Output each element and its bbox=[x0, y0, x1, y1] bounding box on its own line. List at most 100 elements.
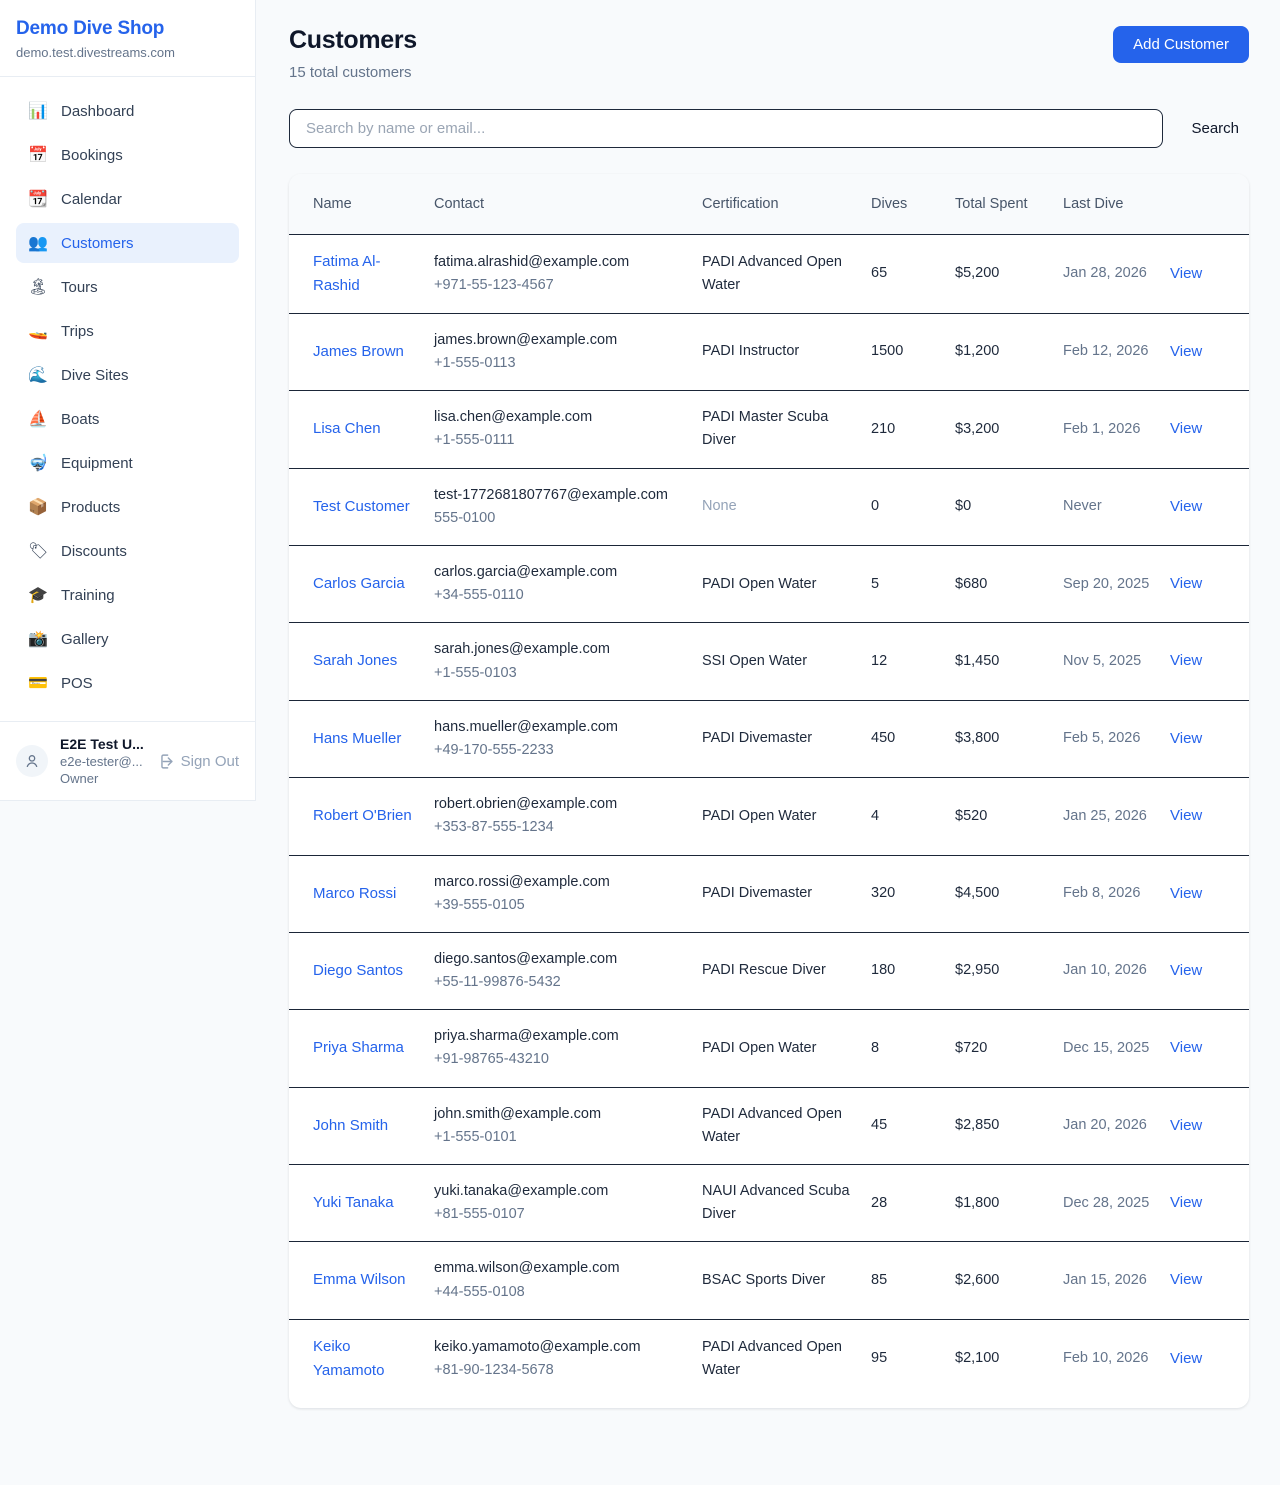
customer-name-link[interactable]: Sarah Jones bbox=[313, 652, 397, 669]
view-link[interactable]: View bbox=[1170, 265, 1202, 282]
customer-name-link[interactable]: Keiko Yamamoto bbox=[313, 1338, 384, 1379]
user-email: e2e-tester@... bbox=[60, 754, 144, 769]
add-customer-button[interactable]: Add Customer bbox=[1113, 26, 1249, 63]
view-link[interactable]: View bbox=[1170, 420, 1202, 437]
customer-email: emma.wilson@example.com bbox=[434, 1257, 686, 1280]
customer-name-link[interactable]: Hans Mueller bbox=[313, 730, 401, 747]
customer-name-link[interactable]: James Brown bbox=[313, 343, 404, 360]
customer-phone: +1-555-0113 bbox=[434, 352, 686, 375]
search-input[interactable] bbox=[289, 109, 1163, 148]
sidebar-item-label: Calendar bbox=[61, 191, 122, 208]
customer-contact-cell: lisa.chen@example.com+1-555-0111 bbox=[434, 391, 702, 468]
customer-total-spent-cell: $1,800 bbox=[955, 1165, 1063, 1242]
customer-total-spent-cell: $1,450 bbox=[955, 623, 1063, 700]
table-row: Priya Sharmapriya.sharma@example.com+91-… bbox=[289, 1010, 1249, 1087]
search-button[interactable]: Search bbox=[1163, 120, 1249, 137]
table-row: John Smithjohn.smith@example.com+1-555-0… bbox=[289, 1087, 1249, 1164]
customer-name-link[interactable]: Emma Wilson bbox=[313, 1271, 406, 1288]
sidebar-item-label: Dashboard bbox=[61, 103, 134, 120]
user-name: E2E Test U... bbox=[60, 736, 144, 752]
table-row: Emma Wilson emma.wilson@example.com+44-55… bbox=[289, 1242, 1249, 1319]
customer-name-link[interactable]: Fatima Al-Rashid bbox=[313, 253, 381, 294]
customer-dives-cell: 210 bbox=[871, 391, 955, 468]
sidebar-item-products[interactable]: 📦Products bbox=[16, 487, 239, 527]
view-link[interactable]: View bbox=[1170, 730, 1202, 747]
view-link[interactable]: View bbox=[1170, 807, 1202, 824]
customer-name-link[interactable]: Yuki Tanaka bbox=[313, 1194, 394, 1211]
customer-name-link[interactable]: Marco Rossi bbox=[313, 885, 396, 902]
customer-total-spent-cell: $3,200 bbox=[955, 391, 1063, 468]
customer-name-link[interactable]: Priya Sharma bbox=[313, 1039, 404, 1056]
customer-name-link[interactable]: Lisa Chen bbox=[313, 420, 381, 437]
sidebar-item-customers[interactable]: 👥Customers bbox=[16, 223, 239, 263]
table-row: Fatima Al-Rashidfatima.alrashid@example.… bbox=[289, 234, 1249, 313]
sidebar-item-boats[interactable]: ⛵Boats bbox=[16, 399, 239, 439]
customer-actions-cell: View bbox=[1170, 932, 1249, 1009]
view-link[interactable]: View bbox=[1170, 1194, 1202, 1211]
customer-name-cell: Priya Sharma bbox=[289, 1010, 434, 1087]
view-link[interactable]: View bbox=[1170, 343, 1202, 360]
customer-phone: +81-90-1234-5678 bbox=[434, 1359, 686, 1382]
sidebar-item-trips[interactable]: 🚤Trips bbox=[16, 311, 239, 351]
view-link[interactable]: View bbox=[1170, 1117, 1202, 1134]
page-title-block: Customers 15 total customers bbox=[289, 26, 417, 81]
calendar-pad-icon: 📆 bbox=[28, 189, 48, 209]
customer-contact-cell: robert.obrien@example.com+353-87-555-123… bbox=[434, 778, 702, 855]
customer-email: marco.rossi@example.com bbox=[434, 871, 686, 894]
customer-contact-cell: carlos.garcia@example.com+34-555-0110 bbox=[434, 546, 702, 623]
sign-out-label: Sign Out bbox=[181, 753, 239, 770]
people-icon: 👥 bbox=[28, 233, 48, 253]
customer-phone: +91-98765-43210 bbox=[434, 1048, 686, 1071]
sidebar-item-discounts[interactable]: 🏷Discounts bbox=[16, 531, 239, 571]
view-link[interactable]: View bbox=[1170, 498, 1202, 515]
customer-actions-cell: View bbox=[1170, 313, 1249, 390]
view-link[interactable]: View bbox=[1170, 1039, 1202, 1056]
customer-total-spent-cell: $0 bbox=[955, 468, 1063, 545]
sidebar-item-label: Gallery bbox=[61, 631, 109, 648]
view-link[interactable]: View bbox=[1170, 652, 1202, 669]
view-link[interactable]: View bbox=[1170, 1271, 1202, 1288]
camera-flash-icon: 📸 bbox=[28, 629, 48, 649]
customer-name-link[interactable]: John Smith bbox=[313, 1117, 388, 1134]
sidebar-item-bookings[interactable]: 📅Bookings bbox=[16, 135, 239, 175]
customer-email: sarah.jones@example.com bbox=[434, 638, 686, 661]
customer-contact-cell: test-1772681807767@example.com555-0100 bbox=[434, 468, 702, 545]
sidebar-item-dive-sites[interactable]: 🌊Dive Sites bbox=[16, 355, 239, 395]
customer-name-cell: Carlos Garcia bbox=[289, 546, 434, 623]
customer-last-dive-cell: Jan 25, 2026 bbox=[1063, 778, 1170, 855]
customer-dives-cell: 1500 bbox=[871, 313, 955, 390]
customer-name-link[interactable]: Robert O'Brien bbox=[313, 807, 412, 824]
sidebar-item-pos[interactable]: 💳POS bbox=[16, 663, 239, 703]
customer-name-link[interactable]: Test Customer bbox=[313, 498, 410, 515]
customer-email: james.brown@example.com bbox=[434, 329, 686, 352]
sidebar-item-calendar[interactable]: 📆 Calendar bbox=[16, 179, 239, 219]
customer-email: lisa.chen@example.com bbox=[434, 406, 686, 429]
customer-certification-cell: PADI Master Scuba Diver bbox=[702, 391, 871, 468]
column-header-contact: Contact bbox=[434, 174, 702, 234]
view-link[interactable]: View bbox=[1170, 885, 1202, 902]
sign-out-button[interactable]: Sign Out bbox=[157, 753, 239, 770]
customer-name-link[interactable]: Carlos Garcia bbox=[313, 575, 405, 592]
view-link[interactable]: View bbox=[1170, 962, 1202, 979]
customer-certification-cell: BSAC Sports Diver bbox=[702, 1242, 871, 1319]
sidebar-item-equipment[interactable]: 🤿Equipment bbox=[16, 443, 239, 483]
sidebar-item-label: Training bbox=[61, 587, 115, 604]
sidebar-item-dashboard[interactable]: 📊Dashboard bbox=[16, 91, 239, 131]
customer-name-link[interactable]: Diego Santos bbox=[313, 962, 403, 979]
view-link[interactable]: View bbox=[1170, 1350, 1202, 1367]
customers-table: Name Contact Certification Dives Total S… bbox=[289, 174, 1249, 1398]
customer-contact-cell: emma.wilson@example.com+44-555-0108 bbox=[434, 1242, 702, 1319]
view-link[interactable]: View bbox=[1170, 575, 1202, 592]
customer-email: test-1772681807767@example.com bbox=[434, 484, 686, 507]
customer-certification-cell: PADI Open Water bbox=[702, 1010, 871, 1087]
customer-certification-cell: SSI Open Water bbox=[702, 623, 871, 700]
graduation-cap-icon: 🎓 bbox=[28, 585, 48, 605]
sidebar-item-tours[interactable]: 🏝Tours bbox=[16, 267, 239, 307]
customer-total-spent-cell: $3,800 bbox=[955, 700, 1063, 777]
sidebar-item-training[interactable]: 🎓 Training bbox=[16, 575, 239, 615]
sidebar-item-gallery[interactable]: 📸 Gallery bbox=[16, 619, 239, 659]
customer-last-dive-cell: Feb 12, 2026 bbox=[1063, 313, 1170, 390]
sidebar: Demo Dive Shop demo.test.divestreams.com… bbox=[0, 0, 256, 801]
sign-out-icon bbox=[157, 753, 174, 770]
customer-contact-cell: diego.santos@example.com+55-11-99876-543… bbox=[434, 932, 702, 1009]
